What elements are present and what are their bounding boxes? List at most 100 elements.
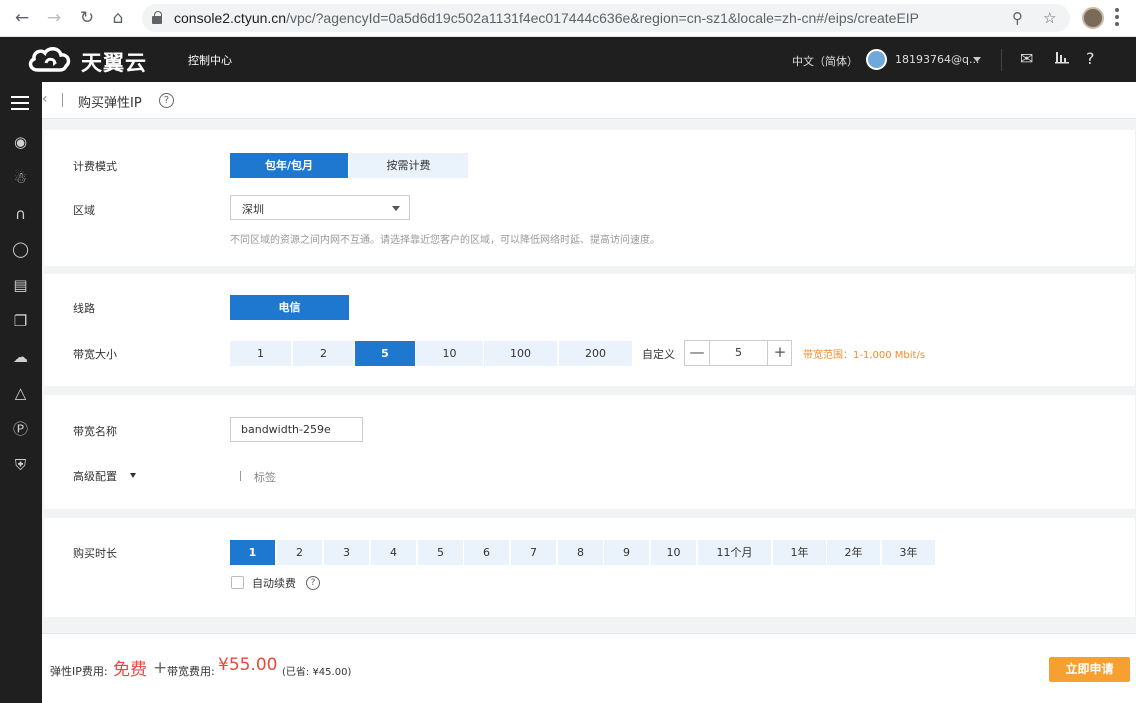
home-icon[interactable]: ⌂: [108, 8, 128, 28]
bandwidth-fee-value: ¥55.00: [218, 655, 278, 675]
left-sidebar: ◉ ☃ ∩ ◯ ▤ ❐ ☁ △ Ⓟ ⛨: [0, 82, 42, 703]
help-icon[interactable]: ?: [1086, 49, 1095, 68]
region-select[interactable]: 深圳: [230, 195, 410, 220]
logo-text: 天翼云: [81, 51, 147, 75]
duration-option-3[interactable]: 3: [324, 540, 369, 565]
eip-fee-label: 弹性IP费用:: [50, 665, 108, 678]
address-bar[interactable]: console2.ctyun.cn/vpc/?agencyId=0a5d6d19…: [142, 4, 1070, 32]
reload-icon[interactable]: ↻: [77, 8, 97, 28]
duration-option-9[interactable]: 9: [604, 540, 649, 565]
cloud-host-icon[interactable]: ◉: [11, 133, 30, 152]
duration-panel: 购买时长 1 2 3 4 5 6 7 8 9 10 11个月 1年 2年 3年 …: [44, 518, 1135, 617]
billing-region-panel: 计费模式 包年/包月 按需计费 区域 深圳 不同区域的资源之间内网不互通。请选择…: [44, 130, 1135, 266]
decrement-button[interactable]: —: [685, 341, 709, 365]
duration-option-2-years[interactable]: 2年: [827, 540, 880, 565]
zoom-icon[interactable]: ⚲: [1012, 9, 1023, 27]
bandwidth-name-input[interactable]: bandwidth-259e: [230, 417, 363, 442]
hamburger-menu-icon[interactable]: [11, 96, 29, 110]
region-label: 区域: [73, 204, 95, 217]
stats-bar-icon[interactable]: [1055, 49, 1069, 68]
nav-divider: [1001, 49, 1002, 71]
bandwidth-option-200[interactable]: 200: [559, 341, 632, 366]
duration-option-5[interactable]: 5: [418, 540, 463, 565]
console-center-link[interactable]: 控制中心: [188, 52, 232, 68]
user-dropdown-caret-icon[interactable]: [973, 57, 981, 62]
duration-option-7[interactable]: 7: [511, 540, 556, 565]
bandwidth-size-label: 带宽大小: [73, 348, 117, 361]
duration-option-10[interactable]: 10: [651, 540, 696, 565]
profile-avatar[interactable]: [1082, 7, 1104, 29]
cluster-icon[interactable]: ☃: [11, 169, 30, 188]
bandwidth-name-label: 带宽名称: [73, 425, 117, 438]
language-selector[interactable]: 中文（简体）: [792, 53, 858, 69]
savings-text: (已省: ¥45.00): [282, 667, 352, 678]
question-circle-icon[interactable]: ?: [159, 93, 174, 108]
bandwidth-stepper: — 5 +: [684, 340, 792, 366]
question-circle-icon[interactable]: ?: [306, 576, 320, 590]
user-avatar[interactable]: [866, 49, 887, 70]
billing-mode-label: 计费模式: [73, 160, 117, 173]
bandwidth-custom-input[interactable]: 5: [709, 341, 768, 365]
duration-option-1-year[interactable]: 1年: [773, 540, 826, 565]
ctyun-logo[interactable]: 天翼云: [26, 44, 156, 76]
duration-option-3-years[interactable]: 3年: [882, 540, 935, 565]
billing-option-on-demand[interactable]: 按需计费: [349, 153, 468, 178]
back-chevron-icon[interactable]: ‹: [42, 91, 48, 107]
bandwidth-fee-label: 带宽费用:: [167, 665, 215, 678]
security-shield-icon[interactable]: ⛨: [11, 456, 30, 475]
region-value: 深圳: [242, 203, 264, 216]
bandwidth-option-100[interactable]: 100: [484, 341, 557, 366]
breadcrumb: ‹ 购买弹性IP ?: [42, 82, 1136, 119]
eip-fee-value: 免费: [113, 660, 147, 680]
plus-sign: +: [153, 658, 168, 678]
bridge-icon[interactable]: ∩: [11, 205, 30, 224]
chevron-down-icon: [392, 206, 400, 211]
duration-option-4[interactable]: 4: [371, 540, 416, 565]
cloud-network-icon[interactable]: ☁: [11, 348, 30, 367]
buy-now-button[interactable]: 立即申请: [1049, 657, 1130, 682]
tag-tab[interactable]: 标签: [254, 469, 276, 485]
cloud-logo-icon: [28, 47, 71, 72]
top-navbar: 天翼云 控制中心 中文（简体） 18193764@q... ✉ ?: [0, 37, 1136, 82]
line-bandwidth-panel: 线路 电信 带宽大小 1 2 5 10 100 200 自定义 — 5 + 带宽…: [44, 274, 1135, 386]
forward-arrow-icon[interactable]: →: [44, 8, 64, 28]
duration-option-1[interactable]: 1: [230, 540, 275, 565]
eip-icon[interactable]: Ⓟ: [11, 420, 30, 439]
sail-icon[interactable]: △: [11, 384, 30, 403]
chrome-menu-icon[interactable]: [1115, 8, 1119, 28]
bandwidth-option-2[interactable]: 2: [293, 341, 354, 366]
duration-option-6[interactable]: 6: [464, 540, 509, 565]
price-footer: 弹性IP费用: 免费 + 带宽费用: ¥55.00 (已省: ¥45.00) 立…: [42, 633, 1136, 703]
url-text: console2.ctyun.cn/vpc/?agencyId=0a5d6d19…: [174, 10, 920, 26]
bookmark-star-icon[interactable]: ☆: [1043, 9, 1056, 27]
billing-option-yearly[interactable]: 包年/包月: [230, 153, 348, 178]
line-label: 线路: [73, 302, 95, 315]
duration-option-2[interactable]: 2: [277, 540, 322, 565]
bandwidth-option-1[interactable]: 1: [230, 341, 291, 366]
duration-option-11-months[interactable]: 11个月: [698, 540, 771, 565]
bandwidth-option-5[interactable]: 5: [355, 341, 415, 366]
advanced-config-toggle[interactable]: 高级配置: [73, 468, 117, 484]
caret-down-icon[interactable]: [130, 473, 136, 478]
snapshot-icon[interactable]: ❐: [11, 312, 30, 331]
increment-button[interactable]: +: [768, 341, 792, 365]
page-title: 购买弹性IP: [78, 96, 142, 111]
mail-icon[interactable]: ✉: [1020, 49, 1033, 68]
browser-toolbar: ← → ↻ ⌂ console2.ctyun.cn/vpc/?agencyId=…: [0, 0, 1136, 37]
auto-renew-checkbox[interactable]: [231, 576, 244, 589]
duration-label: 购买时长: [73, 547, 117, 560]
custom-bandwidth-label: 自定义: [642, 348, 675, 361]
back-arrow-icon[interactable]: ←: [12, 8, 32, 28]
duration-option-8[interactable]: 8: [558, 540, 603, 565]
region-hint: 不同区域的资源之间内网不互通。请选择靠近您客户的区域，可以降低网络时延、提高访问…: [230, 235, 660, 246]
user-name[interactable]: 18193764@q...: [895, 53, 979, 66]
auto-renew-label[interactable]: 自动续费: [252, 575, 296, 591]
line-option-telecom[interactable]: 电信: [230, 295, 349, 320]
bandwidth-name-panel: 带宽名称 bandwidth-259e 高级配置 标签: [44, 395, 1135, 509]
breadcrumb-divider: [62, 93, 63, 107]
lock-icon: [152, 11, 162, 24]
bandwidth-option-10[interactable]: 10: [416, 341, 483, 366]
storage-icon[interactable]: ◯: [11, 240, 30, 259]
bandwidth-range-hint: 带宽范围：1-1,000 Mbit/s: [803, 350, 926, 361]
disk-icon[interactable]: ▤: [11, 276, 30, 295]
